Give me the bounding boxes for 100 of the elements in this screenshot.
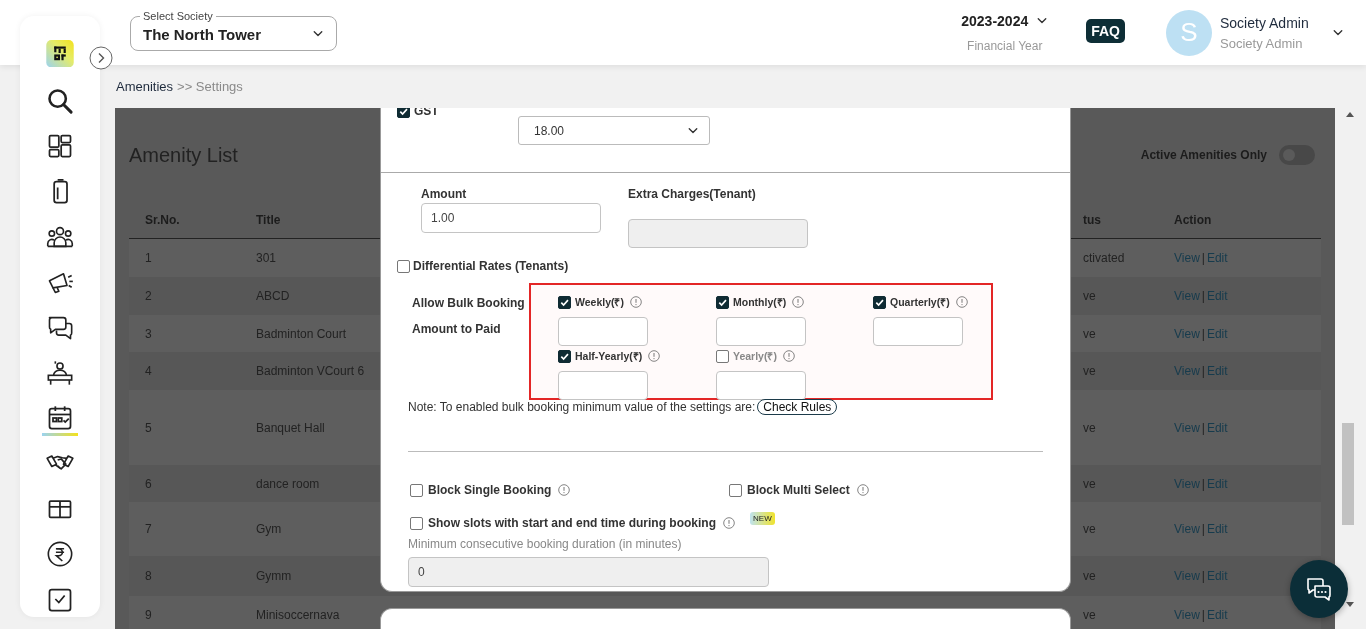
gst-rate-select[interactable]: 18.00	[518, 116, 710, 145]
info-icon	[630, 296, 642, 308]
separator: |	[1201, 289, 1205, 303]
amount-field[interactable]	[873, 317, 963, 346]
toggle-label: Active Amenities Only	[1140, 148, 1267, 162]
column-header: Title	[256, 213, 281, 227]
info-icon	[723, 517, 735, 529]
amount-field[interactable]: 1.00	[421, 203, 601, 233]
checkbox-label: Quarterly(₹)	[890, 295, 950, 309]
table-cell: ve	[1083, 522, 1096, 536]
checkbox-label: Yearly(₹)	[733, 349, 777, 363]
table-cell: Badminton Court	[256, 326, 347, 341]
view-link[interactable]: View	[1174, 522, 1200, 536]
edit-link[interactable]: Edit	[1206, 289, 1228, 303]
checkbox[interactable]	[716, 349, 729, 363]
info-icon	[856, 484, 869, 496]
field-label: Extra Charges(Tenant)	[628, 187, 757, 201]
table-cell: 301	[256, 251, 277, 265]
table-cell: Gym	[256, 522, 282, 536]
select-value: The North Tower	[143, 26, 263, 43]
checkbox-label: Block Multi Select	[747, 483, 850, 497]
column-header: Action	[1174, 213, 1212, 227]
checkbox[interactable]	[729, 483, 742, 497]
separator: |	[1201, 420, 1205, 435]
table-cell: ve	[1083, 608, 1096, 622]
separator: |	[1201, 364, 1205, 378]
edit-link[interactable]: Edit	[1206, 522, 1228, 536]
chat-icon	[1305, 575, 1333, 603]
checkbox-label: Differential Rates (Tenants)	[413, 259, 569, 273]
checkbox-label: Show slots with start and end time during booking	[428, 516, 716, 530]
field-label: Amount	[421, 187, 468, 201]
edit-link[interactable]: Edit	[1206, 476, 1228, 491]
separator: |	[1201, 569, 1205, 583]
checkbox[interactable]	[558, 349, 571, 363]
column-header: Sr.No.	[145, 213, 180, 227]
separator: |	[1201, 476, 1205, 491]
view-link[interactable]: View	[1174, 608, 1200, 622]
new-badge: NEW	[750, 511, 775, 525]
separator: |	[1201, 608, 1205, 622]
view-link[interactable]: View	[1174, 289, 1200, 303]
checkbox[interactable]	[558, 295, 571, 309]
checkbox-label: Weekly(₹)	[575, 295, 624, 309]
checkbox-label: Block Single Booking	[428, 483, 552, 497]
user-role: Society Admin	[1220, 35, 1304, 51]
amount-field[interactable]	[558, 317, 648, 346]
separator: |	[1201, 522, 1205, 536]
info-icon	[558, 484, 571, 496]
amount-field[interactable]	[716, 317, 806, 346]
amount-field[interactable]	[558, 371, 648, 400]
avatar[interactable]: S	[1166, 9, 1212, 56]
info-icon	[955, 296, 968, 308]
field-label: Minimum consecutive booking duration (in minutes)	[408, 537, 682, 551]
table-cell: Minisoccernava	[256, 608, 340, 622]
info-icon	[782, 350, 795, 362]
scroll-up-icon	[1345, 112, 1354, 117]
breadcrumb-link[interactable]: Amenities	[116, 79, 174, 94]
breadcrumb-current: >> Settings	[177, 79, 243, 94]
view-link[interactable]: View	[1174, 569, 1200, 583]
edit-link[interactable]: Edit	[1206, 364, 1228, 378]
amount-field[interactable]	[716, 371, 806, 400]
table-cell: Banquet Hall	[256, 420, 325, 435]
check-icon	[398, 108, 409, 117]
user-name: Society Admin	[1220, 14, 1310, 31]
edit-link[interactable]: Edit	[1206, 326, 1228, 341]
checkbox-label: Monthly(₹)	[733, 295, 787, 309]
checkbox[interactable]	[397, 108, 410, 118]
view-link[interactable]: View	[1174, 364, 1200, 378]
scrollbar-thumb[interactable]	[1341, 423, 1354, 525]
note-text: Note: To enabled bulk booking minimum value of the settings are:	[408, 400, 756, 414]
edit-link[interactable]: Edit	[1206, 608, 1228, 622]
faq-button[interactable]: FAQ	[1086, 19, 1125, 43]
checkbox[interactable]	[397, 259, 410, 273]
checkbox-label: Half-Yearly(₹)	[575, 349, 643, 363]
field-label: Allow Bulk Booking	[412, 296, 526, 310]
view-link[interactable]: View	[1174, 251, 1200, 265]
column-header: tus	[1083, 213, 1101, 227]
info-icon	[648, 350, 661, 362]
view-link[interactable]: View	[1174, 420, 1200, 435]
field-label: Amount to Paid	[412, 322, 502, 336]
view-link[interactable]: View	[1174, 476, 1200, 491]
edit-link[interactable]: Edit	[1206, 420, 1228, 435]
separator: |	[1201, 251, 1205, 265]
edit-link[interactable]: Edit	[1206, 569, 1228, 583]
table-cell: 7	[145, 522, 152, 536]
checkbox[interactable]	[716, 295, 729, 309]
table-cell: 1	[145, 251, 152, 265]
financial-year-label: Financial Year	[967, 38, 1043, 53]
table-cell: 3	[145, 326, 152, 341]
separator: |	[1201, 326, 1205, 341]
table-cell: ve	[1083, 420, 1096, 435]
info-icon	[792, 296, 805, 308]
edit-link[interactable]: Edit	[1206, 251, 1228, 265]
financial-year-value[interactable]: 2023-2024	[961, 12, 1029, 29]
table-cell: ctivated	[1083, 251, 1125, 265]
checkbox[interactable]	[873, 295, 886, 309]
checkbox[interactable]	[410, 483, 423, 497]
checkbox[interactable]	[410, 516, 423, 530]
field-label: Select Society	[140, 9, 216, 23]
table-cell: 5	[145, 420, 152, 435]
view-link[interactable]: View	[1174, 326, 1200, 341]
